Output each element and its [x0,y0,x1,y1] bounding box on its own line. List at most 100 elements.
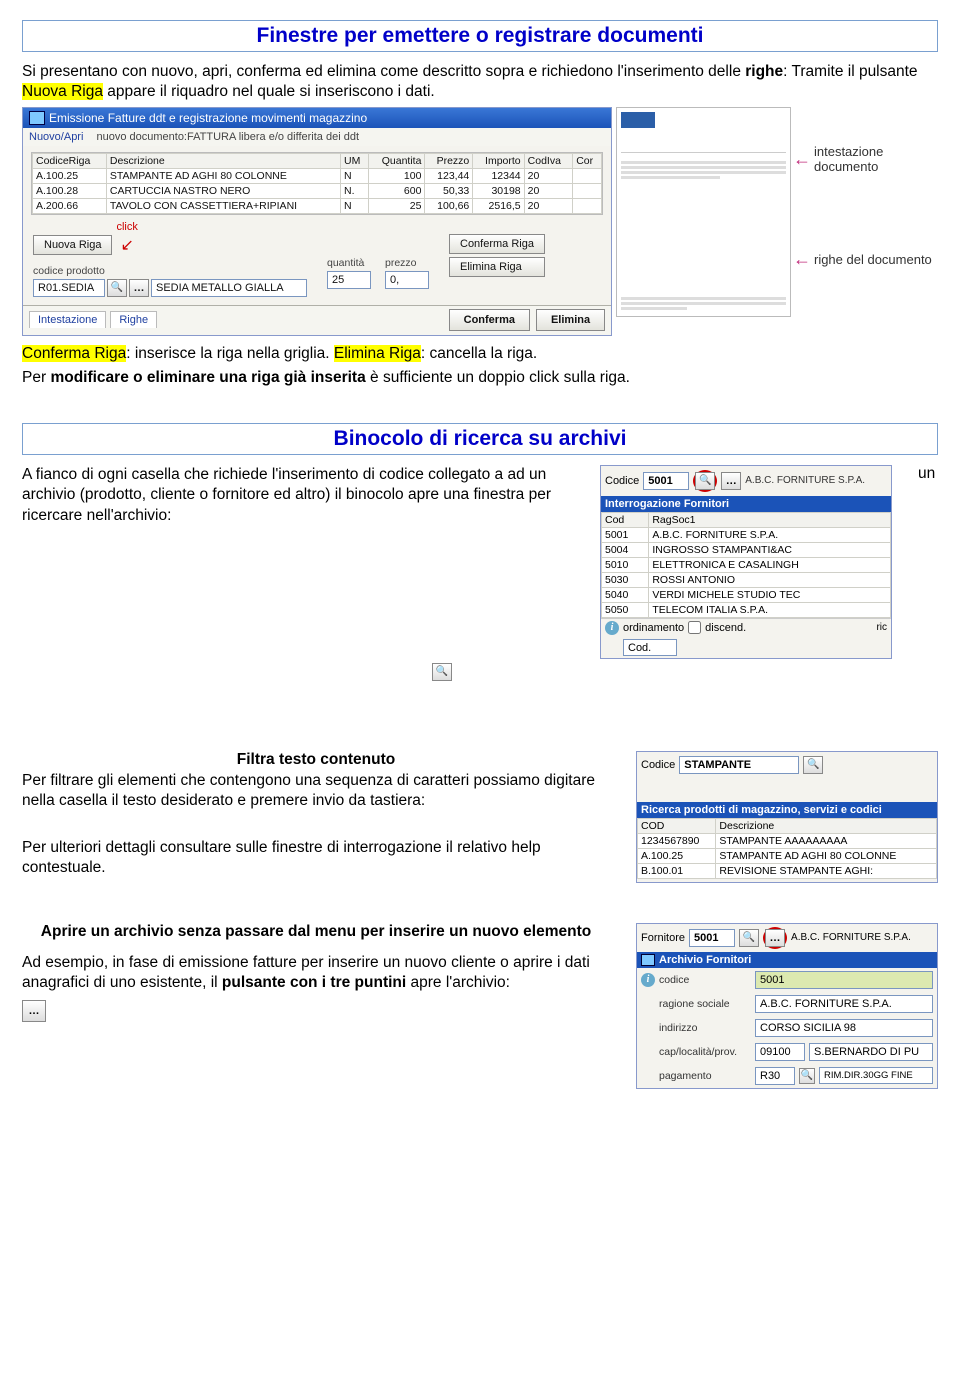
col-descrizione[interactable]: Descrizione [106,153,340,168]
elimina-riga-button[interactable]: Elimina Riga [449,257,545,277]
field-ragsoc[interactable]: A.B.C. FORNITURE S.P.A. [755,995,933,1013]
field-cap[interactable]: 09100 [755,1043,805,1061]
tab-intestazione[interactable]: Intestazione [29,311,106,328]
cell: STAMPANTE AD AGHI 80 COLONNE [106,168,340,183]
col-coro[interactable]: Cor [573,153,602,168]
elimina-button[interactable]: Elimina [536,309,605,331]
input-codice-prodotto[interactable]: R01.SEDIA [33,279,105,297]
section2-text: A fianco di ogni casella che richiede l'… [22,465,574,659]
binoculars-icon[interactable] [107,279,127,297]
archivio-fornitori-shot: Fornitore 5001 … A.B.C. FORNITURE S.P.A.… [636,923,938,1089]
input-descrizione[interactable]: SEDIA METALLO GIALLA [151,279,307,297]
cell [573,168,602,183]
cell: 100,66 [425,198,473,213]
conferma-riga-button[interactable]: Conferma Riga [449,234,545,254]
ellipsis-button[interactable]: … [129,279,149,297]
menu-nuovo-apri[interactable]: Nuovo/Apri [29,131,83,143]
label-quantita: quantità [327,257,371,269]
cell: 25 [369,198,425,213]
lookup-row[interactable]: 5030ROSSI ANTONIO [602,572,891,587]
lookup-row[interactable]: 5010ELETTRONICA E CASALINGH [602,557,891,572]
field-pag-desc[interactable]: RIM.DIR.30GG FINE [819,1067,933,1084]
cell: STAMPANTE AAAAAAAAA [716,833,937,848]
tab-righe[interactable]: Righe [110,311,157,328]
lookup-top-row: Codice 5001 … A.B.C. FORNITURE S.P.A. [601,466,891,496]
grid-righe: CodiceRiga Descrizione UM Quantita Prezz… [31,152,603,215]
col-codiva[interactable]: CodIva [524,153,573,168]
menu-context: nuovo documento:FATTURA libera e/o diffe… [96,131,359,143]
input-prezzo[interactable]: 0, [385,271,429,289]
col-prezzo[interactable]: Prezzo [425,153,473,168]
lookup-row[interactable]: 5001A.B.C. FORNITURE S.P.A. [602,527,891,542]
grid-row[interactable]: A.100.25 STAMPANTE AD AGHI 80 COLONNE N … [33,168,602,183]
field-localita[interactable]: S.BERNARDO DI PU [809,1043,933,1061]
cell: N [341,168,369,183]
col-quantita[interactable]: Quantita [369,153,425,168]
lookup-row[interactable]: 5004INGROSSO STAMPANTI&AC [602,542,891,557]
field-pag-code[interactable]: R30 [755,1067,795,1085]
cell: A.200.66 [33,198,107,213]
binoculars-highlight [693,470,717,492]
col-cod[interactable]: Cod [602,512,649,527]
section4-heading: Aprire un archivio senza passare dal men… [22,923,610,941]
section3-row: Filtra testo contenuto Per filtrare gli … [22,751,938,883]
binoculars-icon[interactable] [803,756,823,774]
col-cod[interactable]: COD [638,818,716,833]
grid-row[interactable]: A.100.28 CARTUCCIA NASTRO NERO N. 600 50… [33,183,602,198]
arrow-icon: ↙ [120,235,133,255]
cell: 20 [524,198,573,213]
ellipsis-button[interactable]: … [721,472,741,490]
cell: 5050 [602,602,649,617]
grid-row[interactable]: A.200.66 TAVOLO CON CASSETTIERA+RIPIANI … [33,198,602,213]
txt: : Tramite il pulsante [783,63,917,80]
col-um[interactable]: UM [341,153,369,168]
lookup-row[interactable]: B.100.01REVISIONE STAMPANTE AGHI: [638,863,937,878]
label-fornitore: Fornitore [641,932,685,944]
ellipsis-button-large[interactable]: … [22,1000,46,1022]
cell: A.100.25 [638,848,716,863]
cell: 50,33 [425,183,473,198]
section3-para2: Per ulteriori dettagli consultare sulle … [22,838,610,879]
nuova-riga-button[interactable]: Nuova Riga [33,235,112,255]
ellipsis-button[interactable]: … [765,929,785,947]
col-codice[interactable]: CodiceRiga [33,153,107,168]
cell [573,183,602,198]
binoculars-icon[interactable] [799,1068,815,1084]
field-codice[interactable]: 5001 [755,971,933,989]
field-indirizzo[interactable]: CORSO SICILIA 98 [755,1019,933,1037]
col-importo[interactable]: Importo [473,153,524,168]
cell: 12344 [473,168,524,183]
ricerca-titlebar: Ricerca prodotti di magazzino, servizi e… [637,802,937,818]
cell: 100 [369,168,425,183]
lookup-row[interactable]: 5050TELECOM ITALIA S.P.A. [602,602,891,617]
txt-bold: pulsante con i tre puntini [222,974,406,991]
input-filter[interactable]: Cod. [623,639,677,656]
cell: 5040 [602,587,649,602]
input-codice[interactable]: 5001 [643,472,689,490]
window-icon [641,954,655,966]
binoculars-icon[interactable] [432,663,452,681]
input-codice-search[interactable]: STAMPANTE [679,756,799,774]
info-icon[interactable]: i [641,973,655,987]
lookup-row[interactable]: 5040VERDI MICHELE STUDIO TEC [602,587,891,602]
txt: : cancella la riga. [421,345,537,362]
cell: A.100.28 [33,183,107,198]
checkbox-discend[interactable] [688,621,701,634]
input-fornitore[interactable]: 5001 [689,929,735,947]
binoculars-icon[interactable] [695,472,715,490]
lookup-row[interactable]: 1234567890STAMPANTE AAAAAAAAA [638,833,937,848]
section3-text: Filtra testo contenuto Per filtrare gli … [22,751,610,883]
col-ragsoc[interactable]: RagSoc1 [649,512,891,527]
input-quantita[interactable]: 25 [327,271,371,289]
info-icon[interactable]: i [605,621,619,635]
lookup-titlebar: Interrogazione Fornitori [601,496,891,512]
cell: CARTUCCIA NASTRO NERO [106,183,340,198]
app-titlebar: Emissione Fatture ddt e registrazione mo… [23,108,611,128]
cell: 20 [524,168,573,183]
lookup-row[interactable]: A.100.25STAMPANTE AD AGHI 80 COLONNE [638,848,937,863]
binoculars-icon[interactable] [739,929,759,947]
label-codice: Codice [605,475,639,487]
ricerca-prodotti-shot: Codice STAMPANTE Ricerca prodotti di mag… [636,751,938,883]
conferma-button[interactable]: Conferma [449,309,530,331]
col-descrizione[interactable]: Descrizione [716,818,937,833]
